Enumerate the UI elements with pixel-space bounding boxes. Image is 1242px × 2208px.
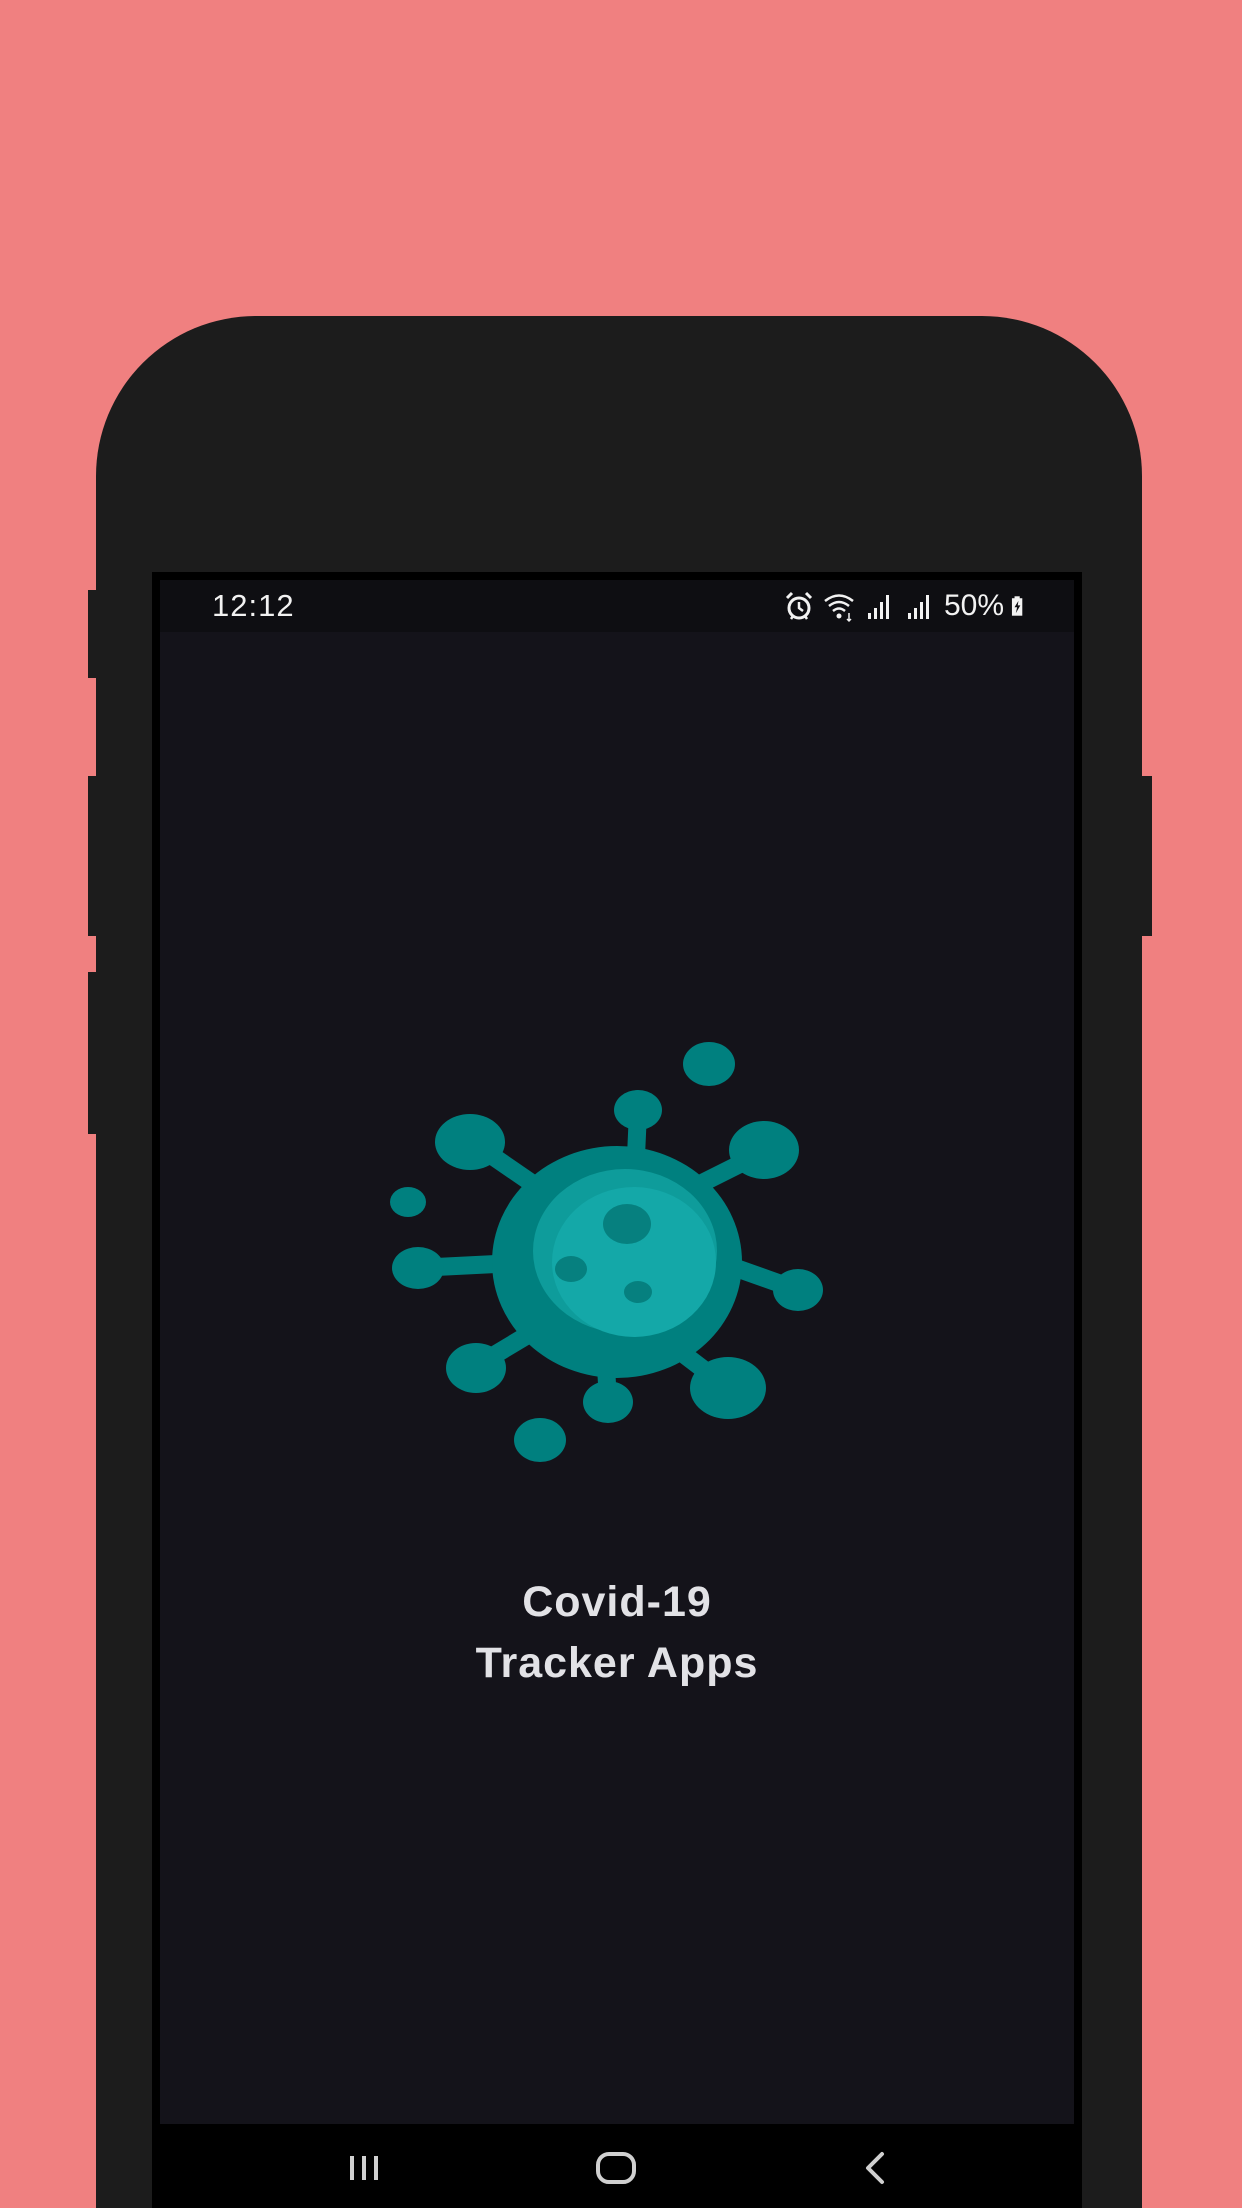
home-icon[interactable] xyxy=(586,2138,646,2198)
recent-apps-icon[interactable] xyxy=(334,2138,394,2198)
alarm-icon xyxy=(785,591,813,620)
battery-percent: 50% xyxy=(943,589,1004,622)
app-title-line2: Tracker Apps xyxy=(475,1639,759,1687)
status-bar: 12:12 50% xyxy=(160,580,1074,632)
status-icons: 50% xyxy=(782,586,1032,626)
status-time: 12:12 xyxy=(212,588,295,623)
virus-icon xyxy=(390,1042,823,1462)
app-title: Covid-19 Tracker Apps xyxy=(160,1572,1074,1694)
phone-side-button xyxy=(1142,776,1152,936)
app-title-line1: Covid-19 xyxy=(522,1578,712,1626)
back-icon[interactable] xyxy=(846,2138,906,2198)
signal-icon xyxy=(867,595,889,619)
wifi-icon xyxy=(824,594,854,623)
signal-icon xyxy=(907,595,929,619)
battery-charging-icon xyxy=(1011,596,1023,616)
navigation-bar xyxy=(152,2124,1082,2208)
